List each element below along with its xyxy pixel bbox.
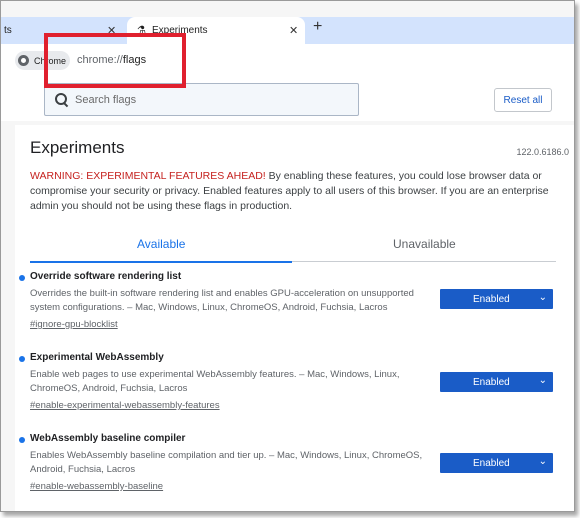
chevron-down-icon: ⌄ xyxy=(538,375,547,386)
chevron-down-icon: ⌄ xyxy=(538,456,547,467)
select-value: Enabled xyxy=(473,457,510,469)
flag-description: Enables WebAssembly baseline compilation… xyxy=(30,450,423,475)
annotation-highlight-box xyxy=(44,33,186,88)
modified-dot-icon xyxy=(19,356,25,362)
flag-permalink[interactable]: #enable-webassembly-baseline xyxy=(30,481,163,492)
flag-permalink[interactable]: #ignore-gpu-blocklist xyxy=(30,319,118,330)
flag-name: Override software rendering list xyxy=(30,271,182,282)
flag-state-select[interactable]: Enabled ⌄ xyxy=(440,372,553,392)
filter-tabs: Available Unavailable xyxy=(30,233,556,263)
search-input[interactable] xyxy=(73,92,337,107)
flag-permalink[interactable]: #enable-experimental-webassembly-feature… xyxy=(30,400,220,411)
chrome-icon xyxy=(18,55,29,66)
search-icon xyxy=(55,93,68,106)
tab-unavailable[interactable]: Unavailable xyxy=(393,237,456,251)
experiments-panel: Experiments 122.0.6186.0 WARNING: EXPERI… xyxy=(15,125,574,511)
page-title: Experiments xyxy=(30,138,125,157)
warning-heading: WARNING: EXPERIMENTAL FEATURES AHEAD! xyxy=(30,170,266,182)
browser-window: ts ✕ ⚗ Experiments ✕ + Chrome chrome://f… xyxy=(0,0,575,512)
flag-state-select[interactable]: Enabled ⌄ xyxy=(440,289,553,309)
reset-all-button[interactable]: Reset all xyxy=(494,88,552,112)
active-tab-indicator xyxy=(30,261,292,263)
chevron-down-icon: ⌄ xyxy=(538,292,547,303)
select-value: Enabled xyxy=(473,376,510,388)
new-tab-button[interactable]: + xyxy=(313,18,322,36)
flag-state-select[interactable]: Enabled ⌄ xyxy=(440,453,553,473)
flag-description: Overrides the built-in software renderin… xyxy=(30,288,414,313)
tab-label: ts xyxy=(4,25,12,36)
modified-dot-icon xyxy=(19,437,25,443)
tab-available[interactable]: Available xyxy=(137,237,185,251)
close-icon[interactable]: ✕ xyxy=(289,24,298,37)
flag-name: Experimental WebAssembly xyxy=(30,352,164,363)
flag-name: WebAssembly baseline compiler xyxy=(30,433,186,444)
select-value: Enabled xyxy=(473,293,510,305)
warning-text: WARNING: EXPERIMENTAL FEATURES AHEAD! By… xyxy=(30,169,555,214)
modified-dot-icon xyxy=(19,275,25,281)
version-label: 122.0.6186.0 xyxy=(516,147,569,157)
flag-description: Enable web pages to use experimental Web… xyxy=(30,369,400,394)
